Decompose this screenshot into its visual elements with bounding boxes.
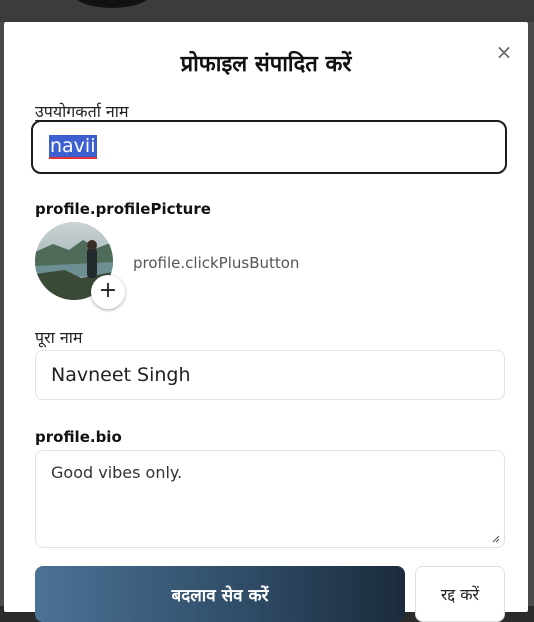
- username-label: उपयोगकर्ता नाम: [35, 102, 129, 121]
- bio-label: profile.bio: [35, 428, 122, 446]
- add-photo-hint: profile.clickPlusButton: [133, 254, 300, 272]
- full-name-input[interactable]: Navneet Singh: [35, 350, 505, 400]
- bio-textarea[interactable]: Good vibes only.: [35, 450, 505, 548]
- username-value: navii: [49, 135, 97, 159]
- close-icon[interactable]: ×: [494, 42, 514, 62]
- resize-handle-icon[interactable]: [492, 535, 500, 543]
- username-input[interactable]: navii: [31, 120, 507, 174]
- edit-profile-modal: प्रोफाइल संपादित करें × उपयोगकर्ता नाम n…: [4, 22, 528, 622]
- background-avatar: [70, 0, 154, 8]
- full-name-label: पूरा नाम: [35, 328, 83, 347]
- plus-icon: +: [98, 278, 118, 303]
- avatar-container: +: [35, 222, 125, 309]
- bio-value: Good vibes only.: [51, 463, 183, 482]
- profile-picture-label: profile.profilePicture: [35, 200, 211, 218]
- add-photo-button[interactable]: +: [91, 275, 125, 309]
- save-changes-button[interactable]: बदलाव सेव करें: [35, 566, 405, 622]
- background-header: [0, 0, 534, 22]
- cancel-button[interactable]: रद्द करें: [415, 566, 505, 622]
- modal-title: प्रोफाइल संपादित करें: [180, 52, 352, 77]
- overlay-edge-right: [528, 22, 534, 606]
